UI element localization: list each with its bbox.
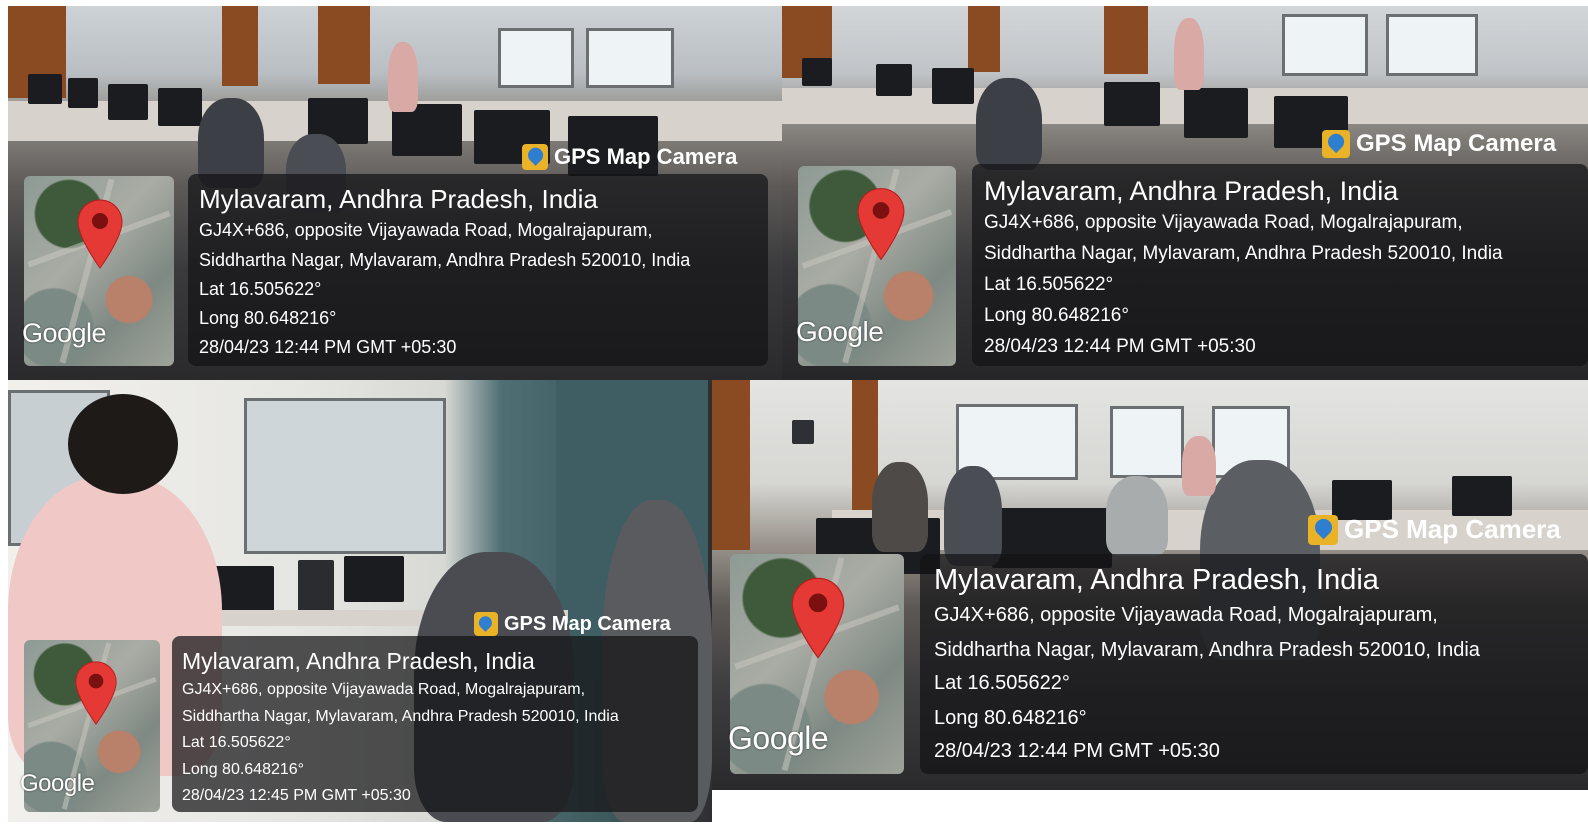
longitude: Long 80.648216° — [182, 761, 305, 778]
badge-label: GPS Map Camera — [1344, 514, 1561, 544]
latitude: Lat 16.505622° — [199, 279, 322, 299]
timestamp: 28/04/23 12:45 PM GMT +05:30 — [182, 787, 411, 804]
badge-label: GPS Map Camera — [1356, 130, 1557, 157]
location-title: Mylavaram, Andhra Pradesh, India — [182, 648, 535, 674]
gps-map-camera-icon — [1322, 130, 1350, 158]
address-line-2: Siddhartha Nagar, Mylavaram, Andhra Prad… — [182, 708, 619, 725]
address-line-2: Siddhartha Nagar, Mylavaram, Andhra Prad… — [984, 243, 1503, 264]
address-line-1: GJ4X+686, opposite Vijayawada Road, Moga… — [182, 681, 586, 698]
gps-map-camera-icon — [474, 612, 498, 636]
location-title: Mylavaram, Andhra Pradesh, India — [984, 176, 1399, 206]
map-pin-icon — [75, 661, 117, 725]
gps-map-camera-badge: GPS Map Camera — [1322, 130, 1556, 158]
address-line-1: GJ4X+686, opposite Vijayawada Road, Moga… — [934, 604, 1438, 626]
gps-map-camera-icon — [1308, 514, 1338, 545]
location-title: Mylavaram, Andhra Pradesh, India — [199, 184, 598, 214]
timestamp: 28/04/23 12:44 PM GMT +05:30 — [934, 740, 1220, 762]
address-line-1: GJ4X+686, opposite Vijayawada Road, Moga… — [199, 220, 653, 240]
map-pin-icon — [791, 577, 845, 659]
longitude: Long 80.648216° — [984, 305, 1129, 326]
google-watermark: Google — [796, 316, 884, 347]
timestamp: 28/04/23 12:44 PM GMT +05:30 — [984, 336, 1256, 357]
google-watermark: Google — [728, 720, 829, 756]
address-line-2: Siddhartha Nagar, Mylavaram, Andhra Prad… — [934, 639, 1480, 661]
map-pin-icon — [857, 188, 905, 261]
latitude: Lat 16.505622° — [984, 274, 1114, 295]
gps-map-camera-badge: GPS Map Camera — [522, 144, 737, 170]
latitude: Lat 16.505622° — [182, 734, 291, 751]
google-watermark: Google — [20, 770, 95, 797]
photo-4: Google GPS Map Camera Mylavaram, Andhra … — [712, 380, 1588, 790]
photo-1: Google GPS Map Camera Mylavaram, Andhra … — [8, 6, 782, 380]
gps-map-camera-badge: GPS Map Camera — [1308, 514, 1561, 545]
gps-map-camera-icon — [522, 144, 548, 170]
map-pin-icon — [77, 199, 123, 269]
address-line-2: Siddhartha Nagar, Mylavaram, Andhra Prad… — [199, 250, 691, 270]
longitude: Long 80.648216° — [199, 308, 337, 328]
photo-2: Google GPS Map Camera Mylavaram, Andhra … — [782, 6, 1588, 380]
location-title: Mylavaram, Andhra Pradesh, India — [934, 564, 1379, 596]
timestamp: 28/04/23 12:44 PM GMT +05:30 — [199, 337, 457, 357]
latitude: Lat 16.505622° — [934, 672, 1070, 694]
longitude: Long 80.648216° — [934, 707, 1087, 729]
badge-label: GPS Map Camera — [504, 612, 671, 635]
gps-map-camera-badge: GPS Map Camera — [474, 612, 671, 636]
google-watermark: Google — [22, 318, 107, 348]
badge-label: GPS Map Camera — [554, 144, 738, 169]
photo-3: Google GPS Map Camera Mylavaram, Andhra … — [8, 380, 712, 822]
address-line-1: GJ4X+686, opposite Vijayawada Road, Moga… — [984, 212, 1463, 233]
